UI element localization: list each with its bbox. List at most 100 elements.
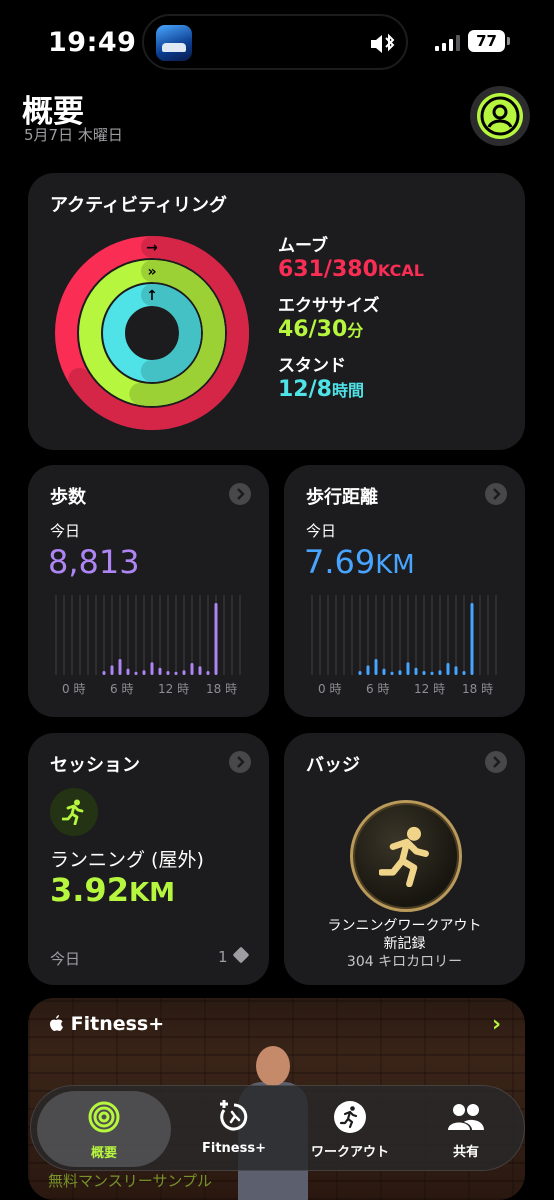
tab-label: Fitness+ — [202, 1141, 266, 1156]
status-time: 19:49 — [48, 27, 137, 58]
running-icon — [50, 788, 98, 836]
chart-bar — [470, 603, 474, 675]
chart-bar — [374, 659, 378, 675]
chart-bar — [190, 663, 194, 675]
chart-bar — [118, 659, 122, 675]
exercise-unit: 分 — [347, 321, 364, 340]
tab-fitness-plus[interactable]: Fitness+ — [181, 1086, 287, 1172]
chart-bar — [398, 670, 402, 675]
chart-bar — [414, 667, 418, 675]
chart-bar — [166, 671, 170, 675]
chart-bar — [390, 671, 394, 675]
steps-card[interactable]: 歩数 今日 8,813 0 時 6 時 12 時 18 時 — [28, 465, 269, 717]
chart-bar — [382, 668, 386, 675]
chart-tick-label: 0 時 — [62, 682, 85, 696]
exercise-value: 46/30 — [278, 317, 348, 342]
fitness-plus-icon — [220, 1100, 248, 1131]
exercise-label: エクササイズ — [278, 296, 380, 316]
chart-bar — [110, 665, 114, 675]
chevron-right-icon[interactable]: › — [492, 1012, 501, 1037]
badge-line2: 新記録 — [383, 936, 426, 952]
steps-hourly-chart: 0 時 6 時 12 時 18 時 — [55, 595, 241, 696]
chevron-right-icon[interactable] — [485, 751, 507, 773]
activity-rings-chart: → » ↑ — [55, 236, 249, 430]
steps-period: 今日 — [50, 522, 81, 540]
move-unit: KCAL — [377, 261, 424, 280]
distance-unit: KM — [375, 550, 415, 580]
chart-tick-label: 12 時 — [414, 682, 445, 696]
session-unit: KM — [128, 878, 175, 908]
session-period: 今日 — [50, 950, 81, 968]
chart-bar — [102, 671, 106, 675]
fitness-plus-title: Fitness+ — [70, 1013, 165, 1035]
chart-bar — [462, 671, 466, 675]
stand-label: スタンド — [278, 356, 346, 376]
chart-bar — [134, 671, 138, 675]
session-value: 3.92 — [50, 871, 129, 909]
chart-bar — [454, 666, 458, 675]
move-value: 631/380 — [278, 257, 378, 282]
badge-calories: 304 キロカロリー — [346, 954, 463, 970]
card-title: 歩行距離 — [306, 487, 378, 508]
chart-tick-label: 18 時 — [462, 682, 493, 696]
apple-logo-icon — [50, 1015, 63, 1031]
chart-bar — [150, 662, 154, 675]
session-value-row: 3.92KM — [50, 871, 175, 909]
tab-label: 概要 — [90, 1146, 117, 1161]
stand-value-row: 12/8時間 — [278, 376, 424, 405]
tab-workout[interactable]: ワークアウト — [287, 1086, 413, 1172]
sessions-card[interactable]: セッション ランニング (屋外) 3.92KM 今日 1 — [28, 733, 269, 985]
avatar-icon — [477, 93, 523, 139]
chart-bar — [406, 662, 410, 675]
activity-rings-icon — [88, 1101, 120, 1133]
chevron-right-icon[interactable] — [229, 483, 251, 505]
walking-distance-card[interactable]: 歩行距離 今日 7.69KM 0 時 6 時 12 時 18 時 — [284, 465, 525, 717]
running-badge-medal-icon — [350, 800, 462, 912]
card-title: 歩数 — [50, 487, 86, 508]
exercise-arrow-icon: » — [147, 264, 156, 280]
profile-avatar-button[interactable] — [470, 86, 530, 146]
badges-card[interactable]: バッジ ランニングワークアウト 新記録 304 キロカロリー — [284, 733, 525, 985]
chart-bar — [174, 671, 178, 675]
chart-bar — [182, 670, 186, 675]
chart-bar — [214, 603, 218, 675]
page-date: 5月7日 木曜日 — [24, 126, 123, 144]
fitness-plus-title-row: Fitness+ — [48, 1013, 164, 1035]
chart-bar — [422, 671, 426, 675]
status-bar: 19:49 77 — [0, 0, 554, 84]
chart-tick-label: 0 時 — [318, 682, 341, 696]
chevron-right-icon[interactable] — [229, 751, 251, 773]
chevron-right-icon[interactable] — [485, 483, 507, 505]
distance-value: 7.69 — [304, 543, 376, 581]
chart-bar — [446, 663, 450, 675]
session-name: ランニング (屋外) — [50, 849, 204, 871]
stand-value: 12/8 — [278, 377, 332, 402]
activity-rings-card[interactable]: アクティビティリング → » ↑ ムーブ 631/380KCAL エクササイズ 46… — [28, 173, 525, 450]
tab-sharing[interactable]: 共有 — [413, 1086, 519, 1172]
chart-bar — [366, 665, 370, 675]
session-count: 1 — [218, 948, 228, 966]
chart-bar — [206, 671, 210, 675]
sharing-people-icon — [448, 1104, 484, 1130]
chart-bar — [358, 671, 362, 675]
stand-unit: 時間 — [331, 381, 364, 400]
chart-bar — [430, 671, 434, 675]
ring-stats: ムーブ 631/380KCAL エクササイズ 46/30分 スタンド 12/8時… — [278, 229, 424, 405]
distance-period: 今日 — [306, 522, 337, 540]
move-arrow-icon: → — [146, 240, 158, 256]
dynamic-island[interactable] — [142, 14, 408, 70]
tab-summary[interactable]: 概要 — [37, 1091, 171, 1167]
live-activity-app-icon[interactable] — [156, 25, 192, 61]
chart-tick-label: 18 時 — [206, 682, 237, 696]
chart-tick-label: 6 時 — [110, 682, 133, 696]
badge-line1: ランニングワークアウト — [327, 918, 482, 934]
steps-value: 8,813 — [48, 543, 140, 581]
card-title: バッジ — [306, 755, 360, 776]
card-title: セッション — [50, 755, 140, 776]
card-title: アクティビティリング — [50, 195, 227, 216]
move-value-row: 631/380KCAL — [278, 256, 424, 285]
tab-label: ワークアウト — [310, 1145, 389, 1160]
cellular-signal-icon — [435, 35, 460, 51]
chart-bar — [198, 666, 202, 675]
battery-indicator: 77 — [468, 30, 510, 52]
